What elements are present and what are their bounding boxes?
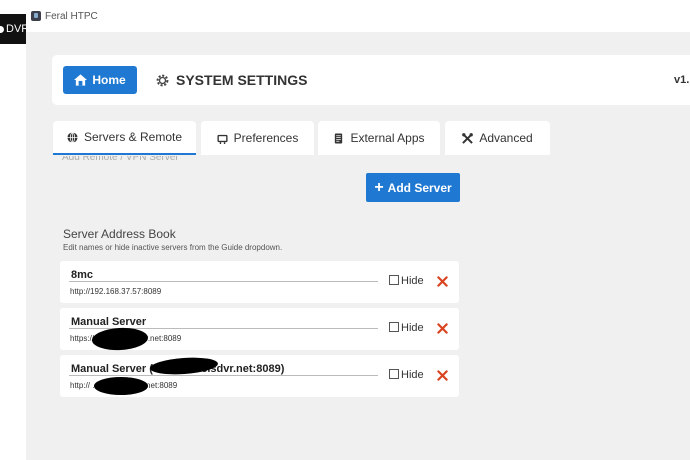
window-title: Feral HTPC: [45, 11, 98, 22]
hide-checkbox[interactable]: [389, 369, 399, 379]
server-row: Manual Server https:// .u.channelsdvr.ne…: [60, 308, 459, 352]
section-title: Server Address Book: [63, 227, 176, 241]
hide-label: Hide: [401, 369, 424, 381]
tab-label: Servers & Remote: [83, 130, 183, 144]
gear-icon: [156, 74, 169, 86]
server-url: http://192.168.37.57:8089: [70, 287, 162, 296]
tab-preferences[interactable]: Preferences: [201, 121, 314, 155]
section-subtitle: Edit names or hide inactive servers from…: [63, 243, 283, 252]
document-icon: [335, 132, 343, 144]
remove-server-icon[interactable]: [437, 370, 448, 381]
add-server-button[interactable]: + Add Server: [366, 173, 460, 202]
tab-label: Advanced: [479, 131, 533, 145]
hide-checkbox[interactable]: [389, 275, 399, 285]
hide-checkbox[interactable]: [389, 322, 399, 332]
home-icon: [74, 74, 88, 86]
tab-advanced[interactable]: Advanced: [445, 121, 550, 155]
background-app: DVR: [0, 0, 26, 460]
redaction-mark: [94, 377, 148, 395]
tv-icon: [217, 134, 228, 144]
plus-icon: +: [374, 178, 384, 196]
page-title: SYSTEM SETTINGS: [155, 72, 307, 88]
background-app-label: DVR: [6, 23, 26, 35]
scrolled-section-heading: Add Remote / VPN Server: [62, 156, 179, 163]
tab-label: External Apps: [350, 131, 425, 145]
name-underline: [69, 281, 378, 282]
add-server-label: Add Server: [387, 180, 452, 195]
title-bar: Feral HTPC: [26, 0, 690, 32]
redaction-mark: [91, 326, 149, 352]
server-name-field[interactable]: 8mc: [71, 269, 93, 281]
record-dot-icon: [0, 25, 4, 33]
tab-servers-remote[interactable]: Servers & Remote: [53, 121, 196, 155]
app-window: Feral HTPC Home SYSTEM SETTINGS v1.1 Ser…: [26, 0, 690, 460]
server-row: Manual Server ( .u.channelsdvr.net:8089)…: [60, 355, 459, 397]
remove-server-icon[interactable]: [437, 276, 448, 287]
name-underline: [69, 375, 378, 376]
home-button-label: Home: [92, 73, 126, 87]
server-row: 8mc http://192.168.37.57:8089 Hide: [60, 261, 459, 303]
background-app-bar: DVR: [0, 14, 26, 44]
tab-external-apps[interactable]: External Apps: [318, 121, 440, 155]
page-title-text: SYSTEM SETTINGS: [176, 72, 308, 88]
header-card: Home SYSTEM SETTINGS v1.1: [52, 55, 690, 105]
remove-server-icon[interactable]: [437, 323, 448, 334]
tab-label: Preferences: [233, 131, 299, 145]
hide-label: Hide: [401, 322, 424, 334]
tools-icon: [462, 132, 474, 144]
server-name-field[interactable]: Manual Server: [71, 316, 146, 328]
globe-icon: [67, 131, 78, 143]
app-icon: [31, 11, 41, 21]
home-button[interactable]: Home: [63, 66, 137, 94]
version-label: v1.1: [674, 74, 690, 86]
hide-label: Hide: [401, 275, 424, 287]
